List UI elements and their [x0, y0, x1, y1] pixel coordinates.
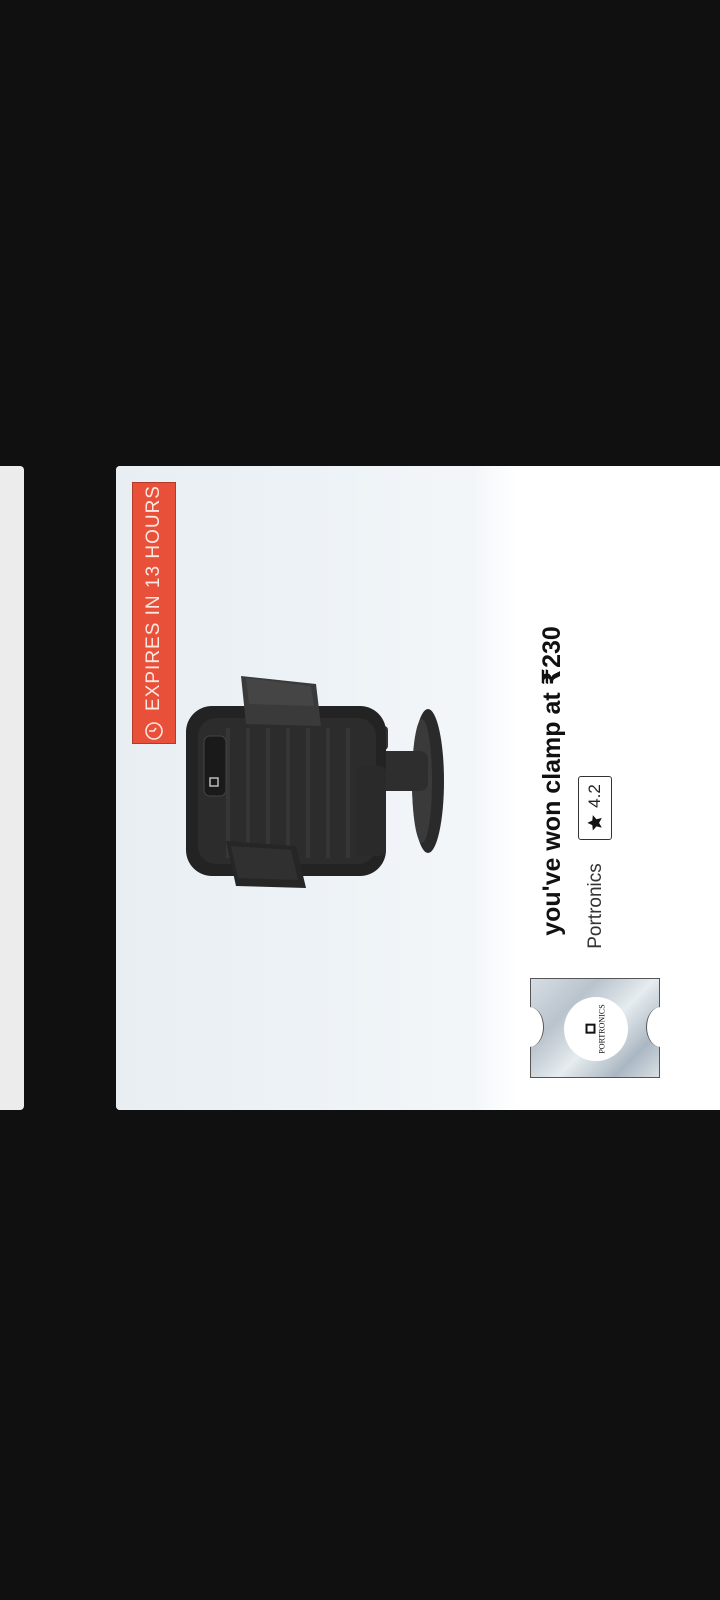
star-icon	[587, 815, 602, 831]
clock-icon	[145, 722, 163, 740]
previous-offer-card[interactable]	[0, 466, 24, 1110]
brand-logo-text: PORTRONICS	[597, 1004, 607, 1054]
rating-value: 4.2	[585, 784, 604, 808]
brand-logo: PORTRONICS	[564, 997, 628, 1061]
screen: EXPIRES IN 13 HOURS you've won clamp at …	[0, 0, 720, 1600]
expiry-banner: EXPIRES IN 13 HOURS	[132, 482, 176, 744]
offer-info: you've won clamp at ₹230 4.2 Portronics	[515, 466, 718, 1110]
offer-card[interactable]: EXPIRES IN 13 HOURS you've won clamp at …	[116, 466, 720, 1110]
portronics-logo-icon	[585, 1024, 596, 1034]
brand-name: Portronics	[585, 863, 606, 949]
expiry-text: EXPIRES IN 13 HOURS	[143, 485, 164, 711]
product-image	[186, 676, 444, 888]
brand-logo-coupon: PORTRONICS	[515, 978, 675, 1078]
rating-badge: 4.2	[578, 776, 612, 840]
offer-title: you've won clamp at ₹230	[538, 626, 566, 936]
